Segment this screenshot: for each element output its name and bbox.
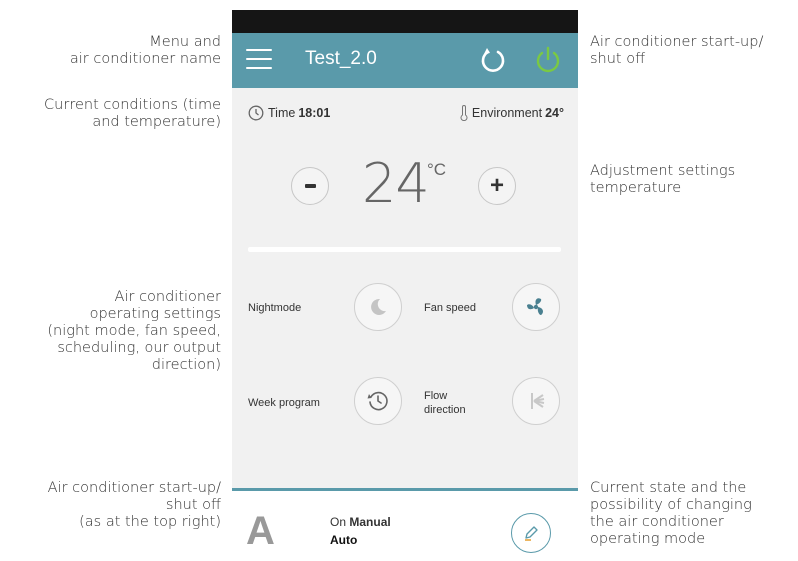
current-conditions: Time 18:01 Environment 24° bbox=[232, 105, 578, 125]
week-program-label: Week program bbox=[248, 397, 320, 409]
week-program-button[interactable] bbox=[354, 377, 402, 425]
annotation-current-state: Current state and the possibility of cha… bbox=[590, 480, 752, 547]
fan-speed-label: Fan speed bbox=[424, 302, 476, 314]
thermometer-icon bbox=[460, 105, 468, 121]
device-name: Test_2.0 bbox=[305, 48, 377, 69]
nightmode-button[interactable] bbox=[354, 283, 402, 331]
state-power-mode: On Manual bbox=[330, 515, 391, 529]
annotation-top-power: Air conditioner start-up/ shut off bbox=[590, 34, 764, 67]
flow-direction-icon bbox=[531, 393, 545, 409]
environment-temperature: Environment 24° bbox=[460, 105, 564, 121]
fan-speed-button[interactable] bbox=[512, 283, 560, 331]
flow-direction-button[interactable] bbox=[512, 377, 560, 425]
pencil-icon bbox=[525, 526, 538, 541]
mode-indicator[interactable]: A bbox=[246, 509, 275, 554]
state-operating-mode: Auto bbox=[330, 533, 358, 547]
nightmode-label: Nightmode bbox=[248, 302, 302, 314]
temperature-unit: °C bbox=[427, 160, 447, 179]
annotation-bottom-power: Air conditioner start-up/ shut off (as a… bbox=[47, 480, 221, 530]
clock-icon bbox=[248, 105, 264, 121]
power-icon[interactable] bbox=[534, 46, 562, 74]
history-clock-icon bbox=[367, 391, 388, 411]
time-display: Time 18:01 bbox=[248, 105, 330, 121]
phone-screen: Test_2.0 Time 18:01 Environment 24° 24 °… bbox=[232, 10, 578, 561]
annotation-adjust-temperature: Adjustment settings temperature bbox=[590, 163, 736, 196]
state-bar: A On Manual Auto bbox=[232, 488, 578, 561]
target-temperature: 24 bbox=[362, 152, 430, 215]
divider bbox=[248, 247, 561, 252]
annotation-operating-settings: Air conditioner operating settings (nigh… bbox=[47, 289, 221, 373]
edit-mode-button[interactable] bbox=[511, 513, 551, 553]
app-bar: Test_2.0 bbox=[232, 33, 578, 88]
increase-temperature-button[interactable]: + bbox=[478, 167, 516, 205]
annotation-current-conditions: Current conditions (time and temperature… bbox=[44, 97, 221, 130]
refresh-icon[interactable] bbox=[480, 47, 506, 73]
flow-direction-label: Flow direction bbox=[424, 390, 466, 416]
decrease-temperature-button[interactable] bbox=[291, 167, 329, 205]
temperature-control: 24 °C + bbox=[232, 150, 578, 220]
status-bar bbox=[232, 10, 578, 33]
fan-icon bbox=[527, 298, 543, 315]
menu-icon[interactable] bbox=[246, 49, 272, 69]
annotation-menu-name: Menu and air conditioner name bbox=[69, 34, 221, 67]
moon-icon bbox=[371, 298, 386, 315]
